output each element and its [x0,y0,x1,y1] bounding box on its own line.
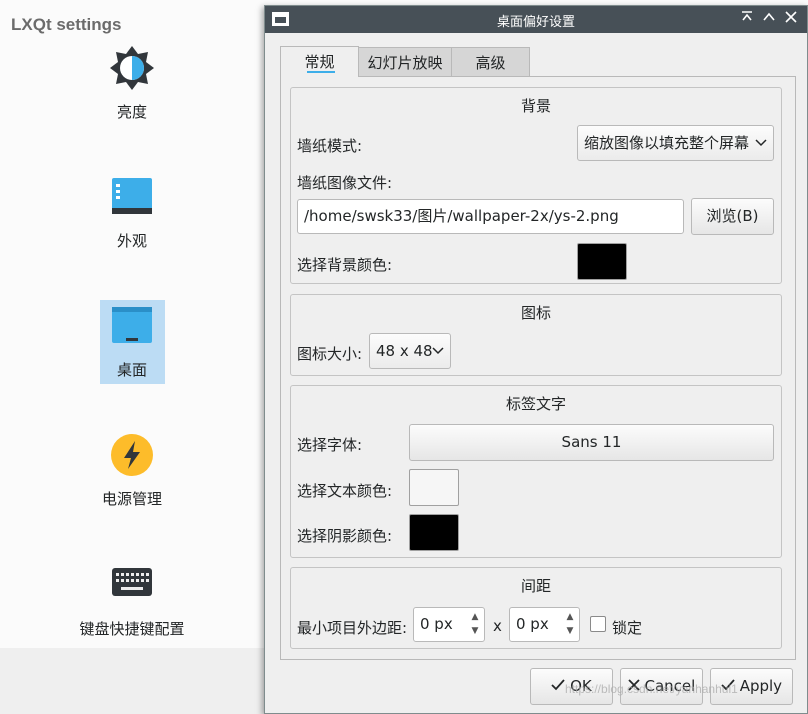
group-title: 背景 [520,97,551,115]
dialog-title: 桌面偏好设置 [496,15,575,30]
wallpaper-mode-label: 墙纸模式: [297,137,363,155]
category-label: 外观 [116,232,147,250]
icons-group: 图标 图标大小: 48 x 48 [290,294,782,376]
tab-label: 高级 [475,54,506,72]
background-group: 背景 墙纸模式: 缩放图像以填充整个屏幕 墙纸图像文件: /home/swsk3… [290,87,782,284]
icon-size-value: 48 x 48 [376,342,433,360]
tab-slideshow[interactable]: 幻灯片放映 [358,47,452,76]
category-brightness[interactable]: 亮度 [52,40,212,130]
background-color-label: 选择背景颜色: [297,256,393,274]
margin-x-spinbox[interactable]: 0 px ▲ ▼ [413,607,485,642]
group-title: 标签文字 [505,395,566,413]
tab-panel-general: 背景 墙纸模式: 缩放图像以填充整个屏幕 墙纸图像文件: /home/swsk3… [280,76,796,660]
keyboard-icon [111,566,153,602]
category-power-management[interactable]: 电源管理 [52,430,212,520]
browse-button[interactable]: 浏览(B) [691,198,774,235]
category-label: 桌面 [116,361,147,379]
category-label: 亮度 [116,103,147,121]
tab-label: 幻灯片放映 [367,54,443,72]
background-color-swatch[interactable] [577,243,627,280]
category-keyboard-shortcuts[interactable]: 键盘快捷键配置 [52,560,212,650]
icon-size-select[interactable]: 48 x 48 [369,333,451,369]
category-desktop[interactable]: 桌面 [52,300,212,384]
category-appearance[interactable]: 外观 [52,170,212,260]
desktop-icon [110,305,154,349]
margin-y-value: 0 px [516,615,549,633]
font-select-button[interactable]: Sans 11 [409,424,774,461]
power-management-icon [110,433,154,481]
tab-general[interactable]: 常规 [280,46,359,77]
spin-arrows-icon[interactable]: ▲ ▼ [469,610,481,638]
lock-checkbox[interactable] [590,616,606,632]
chevron-down-icon [755,126,767,160]
tab-label: 常规 [304,53,335,71]
font-label: 选择字体: [297,436,363,454]
dialog-titlebar[interactable]: 桌面偏好设置 [265,6,807,33]
apply-label: Apply [739,677,783,695]
category-label: 电源管理 [101,490,162,508]
tab-active-indicator [307,71,335,73]
margin-y-spinbox[interactable]: 0 px ▲ ▼ [509,607,580,642]
margin-separator: x [493,617,502,635]
wallpaper-mode-value: 缩放图像以填充整个屏幕 [584,134,750,152]
label-text-group: 标签文字 选择字体: Sans 11 选择文本颜色: 选择阴影颜色: [290,385,782,558]
group-title: 图标 [520,304,551,322]
watermark: https://blog.csdn.net/yanhanhui1 [565,682,738,696]
appearance-icon [110,176,154,220]
text-color-label: 选择文本颜色: [297,482,393,500]
lock-label: 锁定 [612,619,643,637]
icon-size-label: 图标大小: [297,345,363,363]
brightness-icon [108,44,156,96]
chevron-down-icon [432,334,444,368]
wallpaper-mode-select[interactable]: 缩放图像以填充整个屏幕 [577,125,774,161]
close-icon[interactable] [782,10,800,28]
shadow-color-swatch[interactable] [409,514,459,551]
text-color-swatch[interactable] [409,469,459,506]
margin-label: 最小项目外边距: [297,619,408,637]
tab-advanced[interactable]: 高级 [451,47,530,76]
desktop-preferences-dialog: 桌面偏好设置 常规 幻灯片放映 高级 背景 墙纸模式: 缩放图像以填充整个屏幕 [264,5,808,714]
margin-x-value: 0 px [420,615,453,633]
spin-arrows-icon[interactable]: ▲ ▼ [564,610,576,638]
wallpaper-file-input[interactable]: /home/swsk33/图片/wallpaper-2x/ys-2.png [297,199,684,234]
category-label: 键盘快捷键配置 [79,620,185,638]
spacing-group: 间距 最小项目外边距: 0 px ▲ ▼ x 0 px ▲ ▼ 锁定 [290,567,782,649]
lxqt-settings-title: LXQt settings [11,15,122,34]
keep-above-icon[interactable] [738,10,756,28]
wallpaper-file-label: 墙纸图像文件: [297,174,393,192]
maximize-icon[interactable] [760,10,778,28]
group-title: 间距 [520,577,551,595]
shadow-color-label: 选择阴影颜色: [297,527,393,545]
